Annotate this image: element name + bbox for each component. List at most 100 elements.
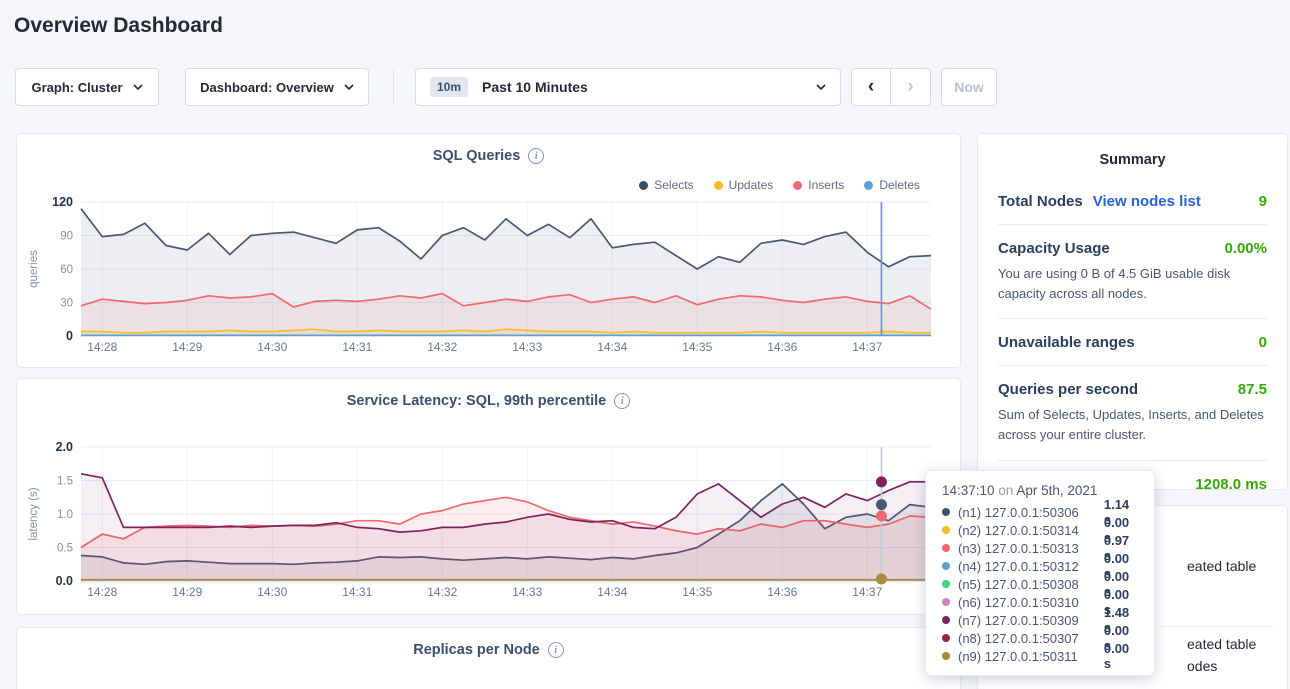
svg-text:0.5: 0.5 xyxy=(57,543,73,555)
svg-text:14:31: 14:31 xyxy=(342,340,372,354)
svg-text:14:29: 14:29 xyxy=(172,340,202,354)
svg-text:14:36: 14:36 xyxy=(767,340,797,354)
summary-title: Summary xyxy=(998,152,1267,168)
p99-latency-value: 1208.0 ms xyxy=(1195,476,1267,493)
service-latency-chart[interactable]: 0.0 0.5 1.0 1.5 2.0 14:28 14:29 14:30 14:31 14:32… xyxy=(17,435,962,617)
svg-text:120: 120 xyxy=(52,195,73,209)
controls-divider xyxy=(393,70,394,104)
chart-hover-tooltip: 14:37:10 on Apr 5th, 2021 (n1) 127.0.0.1… xyxy=(925,470,1155,676)
time-back-button[interactable]: ‹ xyxy=(852,69,891,105)
svg-text:0: 0 xyxy=(66,329,73,343)
capacity-usage-label: Capacity Usage xyxy=(998,240,1110,257)
tooltip-node-label: (n5) 127.0.0.1:50308 xyxy=(958,577,1096,592)
capacity-usage-value: 0.00% xyxy=(1224,240,1267,257)
sql-queries-chart[interactable]: 0 30 60 90 120 14:28 14:29 14:30 14:31 14:32 14:33… xyxy=(17,190,962,372)
capacity-usage-desc: You are using 0 B of 4.5 GiB usable disk… xyxy=(998,264,1267,304)
info-icon[interactable]: i xyxy=(528,148,544,164)
summary-panel: Summary Total Nodes View nodes list 9 Ca… xyxy=(977,133,1288,490)
page-title: Overview Dashboard xyxy=(14,14,223,38)
chevron-down-icon xyxy=(133,84,143,90)
legend-dot xyxy=(639,181,648,190)
svg-text:14:29: 14:29 xyxy=(172,585,202,599)
sql-queries-title: SQL Queries xyxy=(433,148,521,164)
now-button[interactable]: Now xyxy=(941,68,997,106)
legend-dot xyxy=(714,181,723,190)
tooltip-timestamp: 14:37:10 on Apr 5th, 2021 xyxy=(942,483,1138,498)
svg-text:1.0: 1.0 xyxy=(57,509,73,521)
tooltip-node-label: (n6) 127.0.0.1:50310 xyxy=(958,595,1096,610)
series-color-dot xyxy=(942,544,950,552)
time-range-badge: 10m xyxy=(430,77,468,97)
svg-text:14:36: 14:36 xyxy=(767,585,797,599)
series-color-dot xyxy=(942,598,950,606)
dashboard-dropdown-label: Dashboard: Overview xyxy=(200,80,334,95)
tooltip-node-value: 0.00 s xyxy=(1104,641,1138,671)
unavailable-ranges-label: Unavailable ranges xyxy=(998,334,1135,351)
unavailable-ranges-value: 0 xyxy=(1259,334,1267,351)
summary-row-qps: Queries per second 87.5 Sum of Selects, … xyxy=(998,366,1267,460)
event-item-fragment: eated table xyxy=(1187,636,1256,652)
graph-dropdown-label: Graph: Cluster xyxy=(31,80,122,95)
tooltip-node-label: (n7) 127.0.0.1:50309 xyxy=(958,613,1096,628)
event-item-fragment: odes xyxy=(1187,658,1217,674)
summary-row-unavailable-ranges: Unavailable ranges 0 xyxy=(998,319,1267,366)
svg-text:14:37: 14:37 xyxy=(852,340,882,354)
svg-text:14:32: 14:32 xyxy=(427,585,457,599)
graph-dropdown[interactable]: Graph: Cluster xyxy=(15,68,159,106)
total-nodes-value: 9 xyxy=(1259,193,1267,210)
series-color-dot xyxy=(942,508,950,516)
svg-text:2.0: 2.0 xyxy=(56,440,73,454)
svg-text:latency (s): latency (s) xyxy=(28,487,40,540)
service-latency-title: Service Latency: SQL, 99th percentile xyxy=(347,393,607,409)
legend-dot xyxy=(793,181,802,190)
svg-text:queries: queries xyxy=(28,250,40,288)
svg-text:14:30: 14:30 xyxy=(257,585,287,599)
svg-text:14:31: 14:31 xyxy=(342,585,372,599)
replicas-per-node-panel: Replicas per Node i xyxy=(16,627,961,689)
svg-text:30: 30 xyxy=(60,298,73,310)
events-divider xyxy=(1158,626,1273,627)
replicas-per-node-title: Replicas per Node xyxy=(413,642,540,658)
tooltip-node-label: (n1) 127.0.0.1:50306 xyxy=(958,505,1096,520)
time-forward-button[interactable]: › xyxy=(891,69,930,105)
series-color-dot xyxy=(942,562,950,570)
svg-text:60: 60 xyxy=(60,264,73,276)
summary-row-capacity: Capacity Usage 0.00% You are using 0 B o… xyxy=(998,225,1267,319)
svg-text:1.5: 1.5 xyxy=(57,476,73,488)
series-color-dot xyxy=(942,526,950,534)
tooltip-node-label: (n3) 127.0.0.1:50313 xyxy=(958,541,1096,556)
legend-dot xyxy=(864,181,873,190)
svg-text:14:30: 14:30 xyxy=(257,340,287,354)
svg-text:14:28: 14:28 xyxy=(87,585,117,599)
series-color-dot xyxy=(942,652,950,660)
svg-text:14:34: 14:34 xyxy=(597,340,627,354)
chevron-down-icon xyxy=(344,84,354,90)
event-item-fragment: eated table xyxy=(1187,558,1256,574)
svg-text:14:32: 14:32 xyxy=(427,340,457,354)
svg-text:14:35: 14:35 xyxy=(682,585,712,599)
tooltip-node-label: (n8) 127.0.0.1:50307 xyxy=(958,631,1096,646)
svg-text:90: 90 xyxy=(60,231,73,243)
info-icon[interactable]: i xyxy=(614,393,630,409)
tooltip-node-label: (n2) 127.0.0.1:50314 xyxy=(958,523,1096,538)
total-nodes-label: Total Nodes xyxy=(998,193,1083,210)
time-step-buttons: ‹ › xyxy=(851,68,931,106)
qps-desc: Sum of Selects, Updates, Inserts, and De… xyxy=(998,405,1267,445)
tooltip-node-row: (n9) 127.0.0.1:50311 0.00 s xyxy=(942,647,1138,665)
series-color-dot xyxy=(942,634,950,642)
qps-label: Queries per second xyxy=(998,381,1138,398)
dashboard-dropdown[interactable]: Dashboard: Overview xyxy=(185,68,369,106)
tooltip-node-label: (n9) 127.0.0.1:50311 xyxy=(958,649,1096,664)
view-nodes-list-link[interactable]: View nodes list xyxy=(1093,193,1201,210)
svg-text:0.0: 0.0 xyxy=(56,574,73,588)
svg-text:14:28: 14:28 xyxy=(87,340,117,354)
info-icon[interactable]: i xyxy=(548,642,564,658)
svg-text:14:34: 14:34 xyxy=(597,585,627,599)
series-color-dot xyxy=(942,616,950,624)
svg-text:14:35: 14:35 xyxy=(682,340,712,354)
time-range-dropdown[interactable]: 10m Past 10 Minutes xyxy=(415,68,841,106)
svg-text:14:33: 14:33 xyxy=(512,340,542,354)
summary-row-total-nodes: Total Nodes View nodes list 9 xyxy=(998,178,1267,225)
series-color-dot xyxy=(942,580,950,588)
qps-value: 87.5 xyxy=(1238,381,1267,398)
